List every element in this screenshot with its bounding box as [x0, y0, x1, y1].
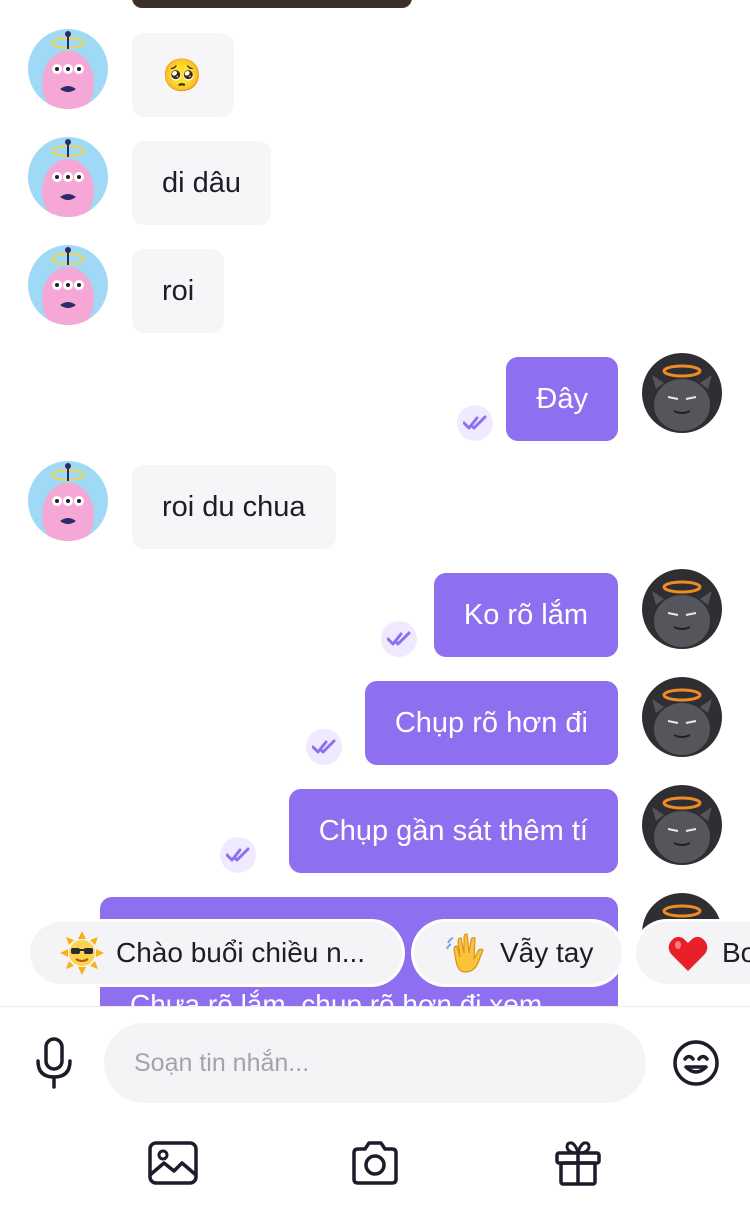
- my-avatar[interactable]: [642, 785, 722, 865]
- contact-avatar[interactable]: [28, 29, 108, 109]
- quick-replies-bar: Chào buổi chiều n... Vẫy tay Bo: [0, 920, 750, 986]
- incoming-message[interactable]: roi du chua: [132, 465, 336, 549]
- outgoing-message[interactable]: Đây: [506, 357, 618, 441]
- gallery-image-icon[interactable]: [148, 1141, 198, 1185]
- my-avatar[interactable]: [642, 677, 722, 757]
- incoming-message[interactable]: 🥺: [132, 33, 234, 117]
- my-avatar[interactable]: [642, 353, 722, 433]
- read-receipt-icon: [457, 405, 493, 441]
- red-heart-icon: [668, 936, 708, 971]
- quick-reply-chip[interactable]: Bo: [636, 922, 750, 984]
- message-emoji: 🥺: [162, 57, 202, 93]
- contact-avatar[interactable]: [28, 137, 108, 217]
- message-composer: Soạn tin nhắn...: [0, 1006, 750, 1206]
- gift-icon[interactable]: [554, 1139, 602, 1187]
- outgoing-message[interactable]: Chụp gần sát thêm tí: [288, 789, 618, 873]
- outgoing-message[interactable]: Ko rõ lắm: [433, 573, 618, 657]
- microphone-icon[interactable]: [34, 1037, 74, 1089]
- emoji-picker-icon[interactable]: [672, 1039, 720, 1087]
- read-receipt-icon: [220, 837, 256, 873]
- contact-avatar[interactable]: [28, 245, 108, 325]
- sun-sunglasses-icon: [60, 931, 104, 975]
- contact-avatar[interactable]: [28, 461, 108, 541]
- message-input[interactable]: Soạn tin nhắn...: [104, 1023, 646, 1103]
- incoming-message[interactable]: di dâu: [132, 141, 272, 225]
- read-receipt-icon: [306, 729, 342, 765]
- camera-icon[interactable]: [350, 1141, 400, 1185]
- quick-reply-chip[interactable]: Vẫy tay: [414, 922, 622, 984]
- read-receipt-icon: [381, 621, 417, 657]
- shared-photo-thumbnail[interactable]: [132, 0, 412, 8]
- quick-reply-label: Vẫy tay: [500, 937, 594, 968]
- waving-hand-icon: [446, 933, 484, 973]
- incoming-message[interactable]: roi: [132, 249, 225, 333]
- outgoing-message[interactable]: Chụp rõ hơn đi: [364, 681, 618, 765]
- my-avatar[interactable]: [642, 569, 722, 649]
- quick-reply-label: Bo: [722, 937, 750, 968]
- quick-reply-label: Chào buổi chiều n...: [116, 937, 366, 968]
- quick-reply-chip[interactable]: Chào buổi chiều n...: [30, 922, 402, 984]
